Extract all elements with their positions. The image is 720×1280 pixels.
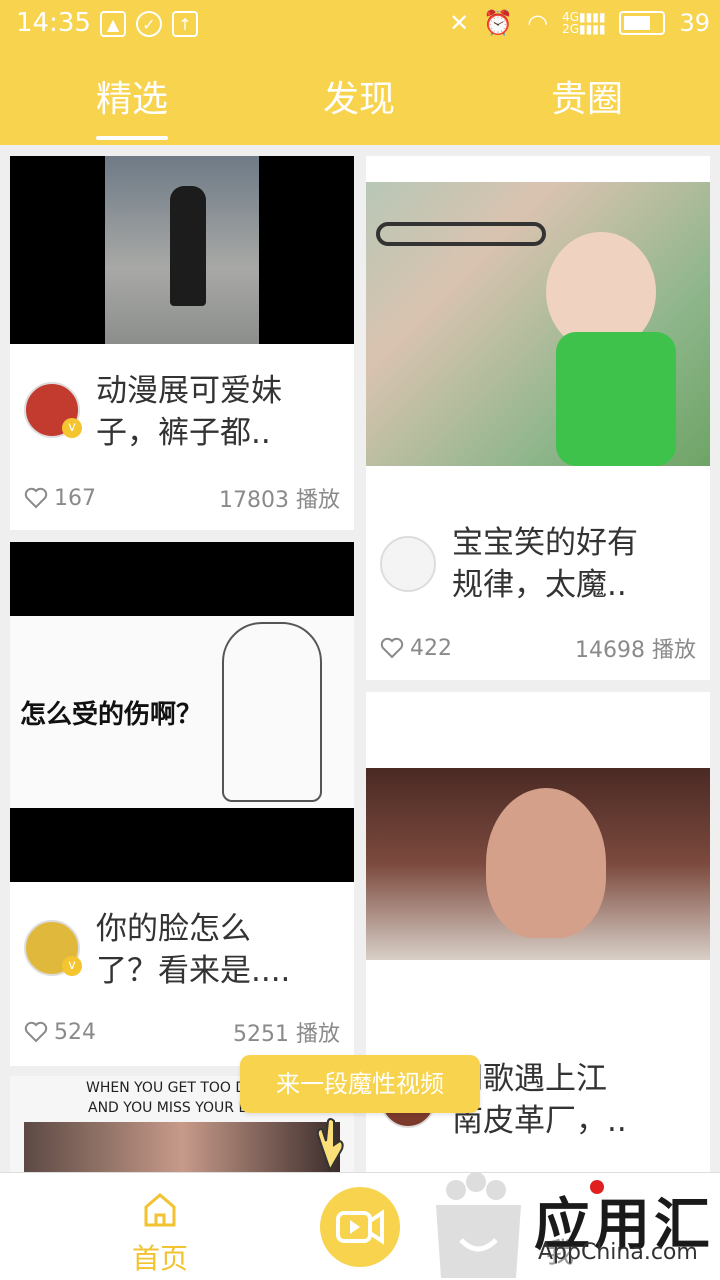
header: 14:35 ▲ ✓ ↑ ✕ ⏰ ◠ 4G▮▮▮▮ 2G▮▮▮▮ 39 精选 发现 … — [0, 0, 720, 145]
avatar[interactable] — [380, 536, 436, 592]
verified-icon: v — [62, 956, 82, 976]
shopping-bag-icon — [436, 1172, 521, 1278]
tab-featured[interactable]: 精选 — [96, 70, 169, 140]
verified-icon: v — [62, 418, 82, 438]
status-icons-right: ✕ ⏰ ◠ 4G▮▮▮▮ 2G▮▮▮▮ 39 — [449, 9, 710, 37]
video-card[interactable]: v 动漫展可爱妹 子，裤子都.. 167 17803 播放 — [10, 156, 354, 530]
record-video-button[interactable] — [320, 1187, 400, 1267]
like-count[interactable]: 422 — [380, 636, 452, 661]
signal-icon: 4G▮▮▮▮ 2G▮▮▮▮ — [562, 10, 606, 36]
heart-icon — [24, 487, 48, 509]
title-line: 你的脸怎么 — [96, 911, 251, 947]
alarm-icon: ⏰ — [483, 9, 514, 37]
video-title[interactable]: 宝宝笑的好有 规律，太魔.. — [452, 522, 638, 606]
thumbnail-caption: WHEN YOU GET TOO D — [86, 1080, 247, 1096]
play-count: 14698 播放 — [575, 638, 696, 663]
video-stats: 422 14698 播放 — [380, 632, 696, 664]
battery-icon — [619, 11, 666, 35]
upload-icon: ↑ — [172, 11, 198, 37]
magic-video-bubble[interactable]: 来一段魔性视频 — [240, 1055, 480, 1113]
title-line: 动漫展可爱妹 — [96, 373, 282, 409]
video-icon — [336, 1209, 384, 1245]
home-icon — [144, 1193, 176, 1227]
title-line: 宝宝笑的好有 — [452, 525, 638, 561]
avatar[interactable]: v — [24, 920, 82, 976]
video-title[interactable]: 动漫展可爱妹 子，裤子都.. — [96, 370, 282, 454]
video-thumbnail[interactable]: 怎么受的伤啊？ — [10, 542, 354, 882]
thumbnail-caption: AND YOU MISS YOUR B — [88, 1100, 249, 1116]
video-stats: 167 17803 播放 — [24, 482, 340, 514]
like-count[interactable]: 524 — [24, 1020, 96, 1045]
video-thumbnail[interactable] — [366, 768, 710, 960]
thumbnail-caption: 怎么受的伤啊？ — [20, 700, 203, 730]
likes-value: 422 — [410, 635, 452, 661]
status-bar: 14:35 ▲ ✓ ↑ ✕ ⏰ ◠ 4G▮▮▮▮ 2G▮▮▮▮ 39 — [0, 0, 720, 50]
top-tabs: 精选 发现 贵圈 — [0, 60, 720, 140]
title-line: 规律，太魔.. — [452, 567, 627, 603]
play-count: 17803 播放 — [219, 488, 340, 513]
heart-icon — [380, 637, 404, 659]
video-stats: 524 5251 播放 — [24, 1016, 340, 1048]
pointing-hand-icon — [300, 1115, 360, 1175]
check-icon: ✓ — [136, 11, 162, 37]
tab-circle[interactable]: 贵圈 — [551, 70, 623, 122]
nav-home-label: 首页 — [131, 1242, 188, 1275]
video-thumbnail[interactable] — [366, 182, 710, 466]
video-thumbnail[interactable] — [10, 156, 354, 344]
battery-level: 39 — [679, 9, 710, 37]
likes-value: 167 — [54, 485, 96, 511]
video-card[interactable]: 怎么受的伤啊？ v 你的脸怎么 了？看来是.... 524 5251 播放 — [10, 542, 354, 1066]
play-count: 5251 播放 — [233, 1022, 340, 1047]
likes-value: 524 — [54, 1019, 96, 1045]
video-title[interactable]: 你的脸怎么 了？看来是.... — [96, 908, 290, 992]
avatar[interactable]: v — [24, 382, 82, 438]
title-line: 子，裤子都.. — [96, 415, 271, 451]
mute-icon: ✕ — [449, 9, 470, 37]
heart-icon — [24, 1021, 48, 1043]
watermark-domain: AppChina.com — [538, 1240, 698, 1265]
status-time: 14:35 — [16, 8, 91, 38]
nav-home[interactable]: 首页 — [130, 1187, 190, 1277]
status-icons-left: ▲ ✓ ↑ — [100, 11, 198, 37]
image-icon: ▲ — [100, 11, 126, 37]
tab-discover[interactable]: 发现 — [323, 70, 395, 122]
wifi-icon: ◠ — [527, 9, 549, 37]
video-card[interactable]: 宝宝笑的好有 规律，太魔.. 422 14698 播放 — [366, 156, 710, 680]
title-line: 了？看来是.... — [96, 953, 291, 989]
like-count[interactable]: 167 — [24, 486, 96, 511]
